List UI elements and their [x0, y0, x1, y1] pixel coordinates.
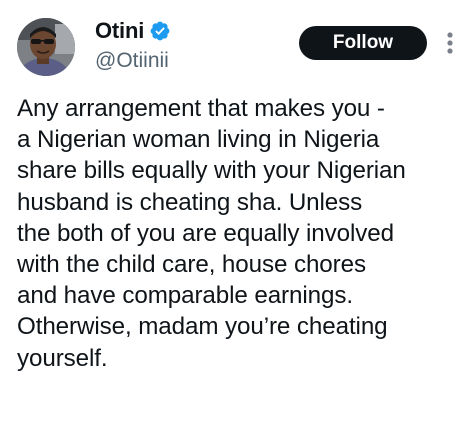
tweet-text-line: a Nigerian woman living in Nigeria: [17, 126, 380, 154]
verified-badge-icon: [150, 21, 170, 41]
author-name-row: Otini: [95, 18, 171, 44]
tweet-text-line: Otherwise, madam you’re cheating: [17, 313, 388, 341]
follow-button[interactable]: Follow: [299, 26, 427, 60]
tweet-text-line: with the child care, house chores: [17, 251, 366, 279]
tweet-text-line: Any arrangement that makes you -: [17, 95, 385, 122]
tweet-text-line: and have comparable earnings.: [17, 282, 353, 310]
avatar-photo-icon: [17, 18, 75, 76]
tweet-text: Any arrangement that makes you - a Niger…: [17, 93, 467, 374]
vertical-ellipsis-icon[interactable]: [440, 31, 460, 55]
author-display-name[interactable]: Otini: [95, 18, 144, 44]
tweet-text-line: husband is cheating sha. Unless: [17, 188, 363, 216]
tweet-text-line: share bills equally with your Nigerian: [17, 157, 406, 185]
author-handle[interactable]: @Otiinii: [95, 49, 169, 73]
author-avatar[interactable]: [17, 18, 75, 76]
tweet-text-line: yourself.: [17, 344, 108, 372]
tweet-card: Otini @Otiinii Follow Any arrangement th…: [0, 0, 476, 430]
tweet-text-line: the both of you are equally involved: [17, 219, 394, 247]
